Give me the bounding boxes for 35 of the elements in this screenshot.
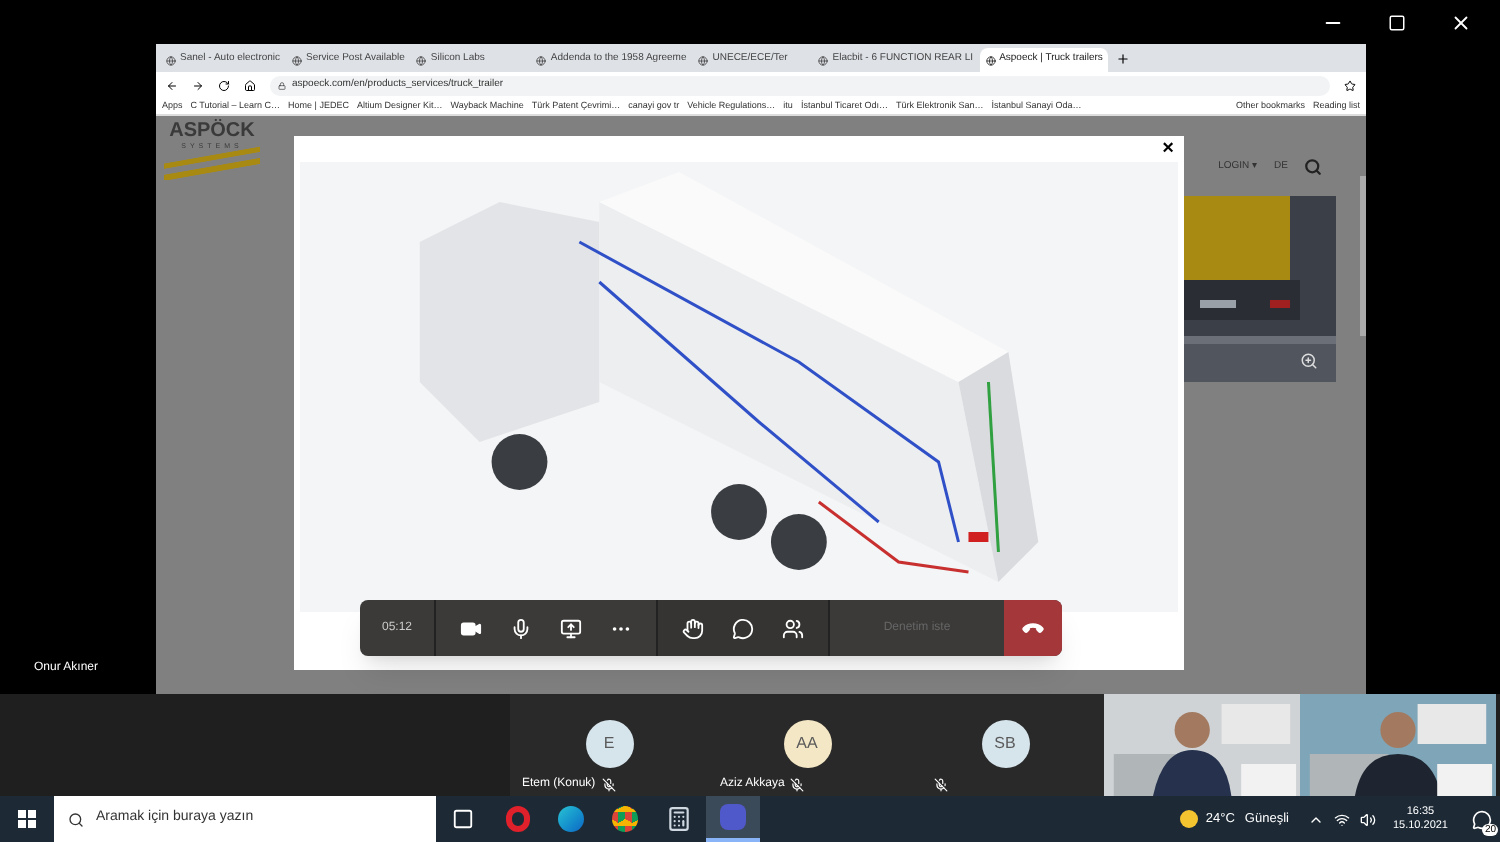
back-icon[interactable] (166, 80, 178, 92)
mic-icon[interactable] (510, 617, 532, 639)
globe-icon (818, 55, 829, 65)
notification-icon (1472, 809, 1492, 829)
task-view-icon (452, 808, 474, 830)
avatar: E (585, 720, 633, 768)
sun-icon (1179, 810, 1198, 828)
zoom-icon[interactable] (1300, 352, 1318, 370)
globe-icon (292, 55, 303, 65)
new-tab-icon[interactable] (1116, 52, 1131, 66)
search-icon (68, 811, 84, 827)
search-icon[interactable] (1304, 158, 1322, 176)
avatar: AA (783, 720, 831, 768)
volume-icon[interactable] (1360, 811, 1377, 827)
home-icon[interactable] (244, 80, 256, 92)
bookmark-star-icon[interactable] (1344, 80, 1356, 92)
maximize-icon[interactable] (1388, 13, 1406, 31)
globe-icon (985, 55, 996, 65)
forward-icon[interactable] (192, 80, 204, 92)
reload-icon[interactable] (218, 80, 230, 92)
globe-icon (166, 55, 176, 65)
participants-icon[interactable] (782, 617, 804, 639)
close-icon[interactable] (1450, 11, 1472, 33)
hang-up-button[interactable] (1004, 600, 1062, 656)
share-screen-icon[interactable] (560, 617, 582, 639)
calculator-icon (666, 806, 692, 832)
wifi-icon[interactable] (1334, 811, 1351, 827)
globe-icon (698, 55, 709, 65)
globe-icon (416, 55, 427, 65)
chat-icon[interactable] (732, 617, 754, 639)
globe-icon (536, 55, 547, 65)
close-button[interactable]: × (1162, 139, 1174, 159)
avatar: SB (981, 720, 1029, 768)
camera-icon[interactable] (460, 617, 482, 639)
raise-hand-icon[interactable] (682, 617, 704, 639)
